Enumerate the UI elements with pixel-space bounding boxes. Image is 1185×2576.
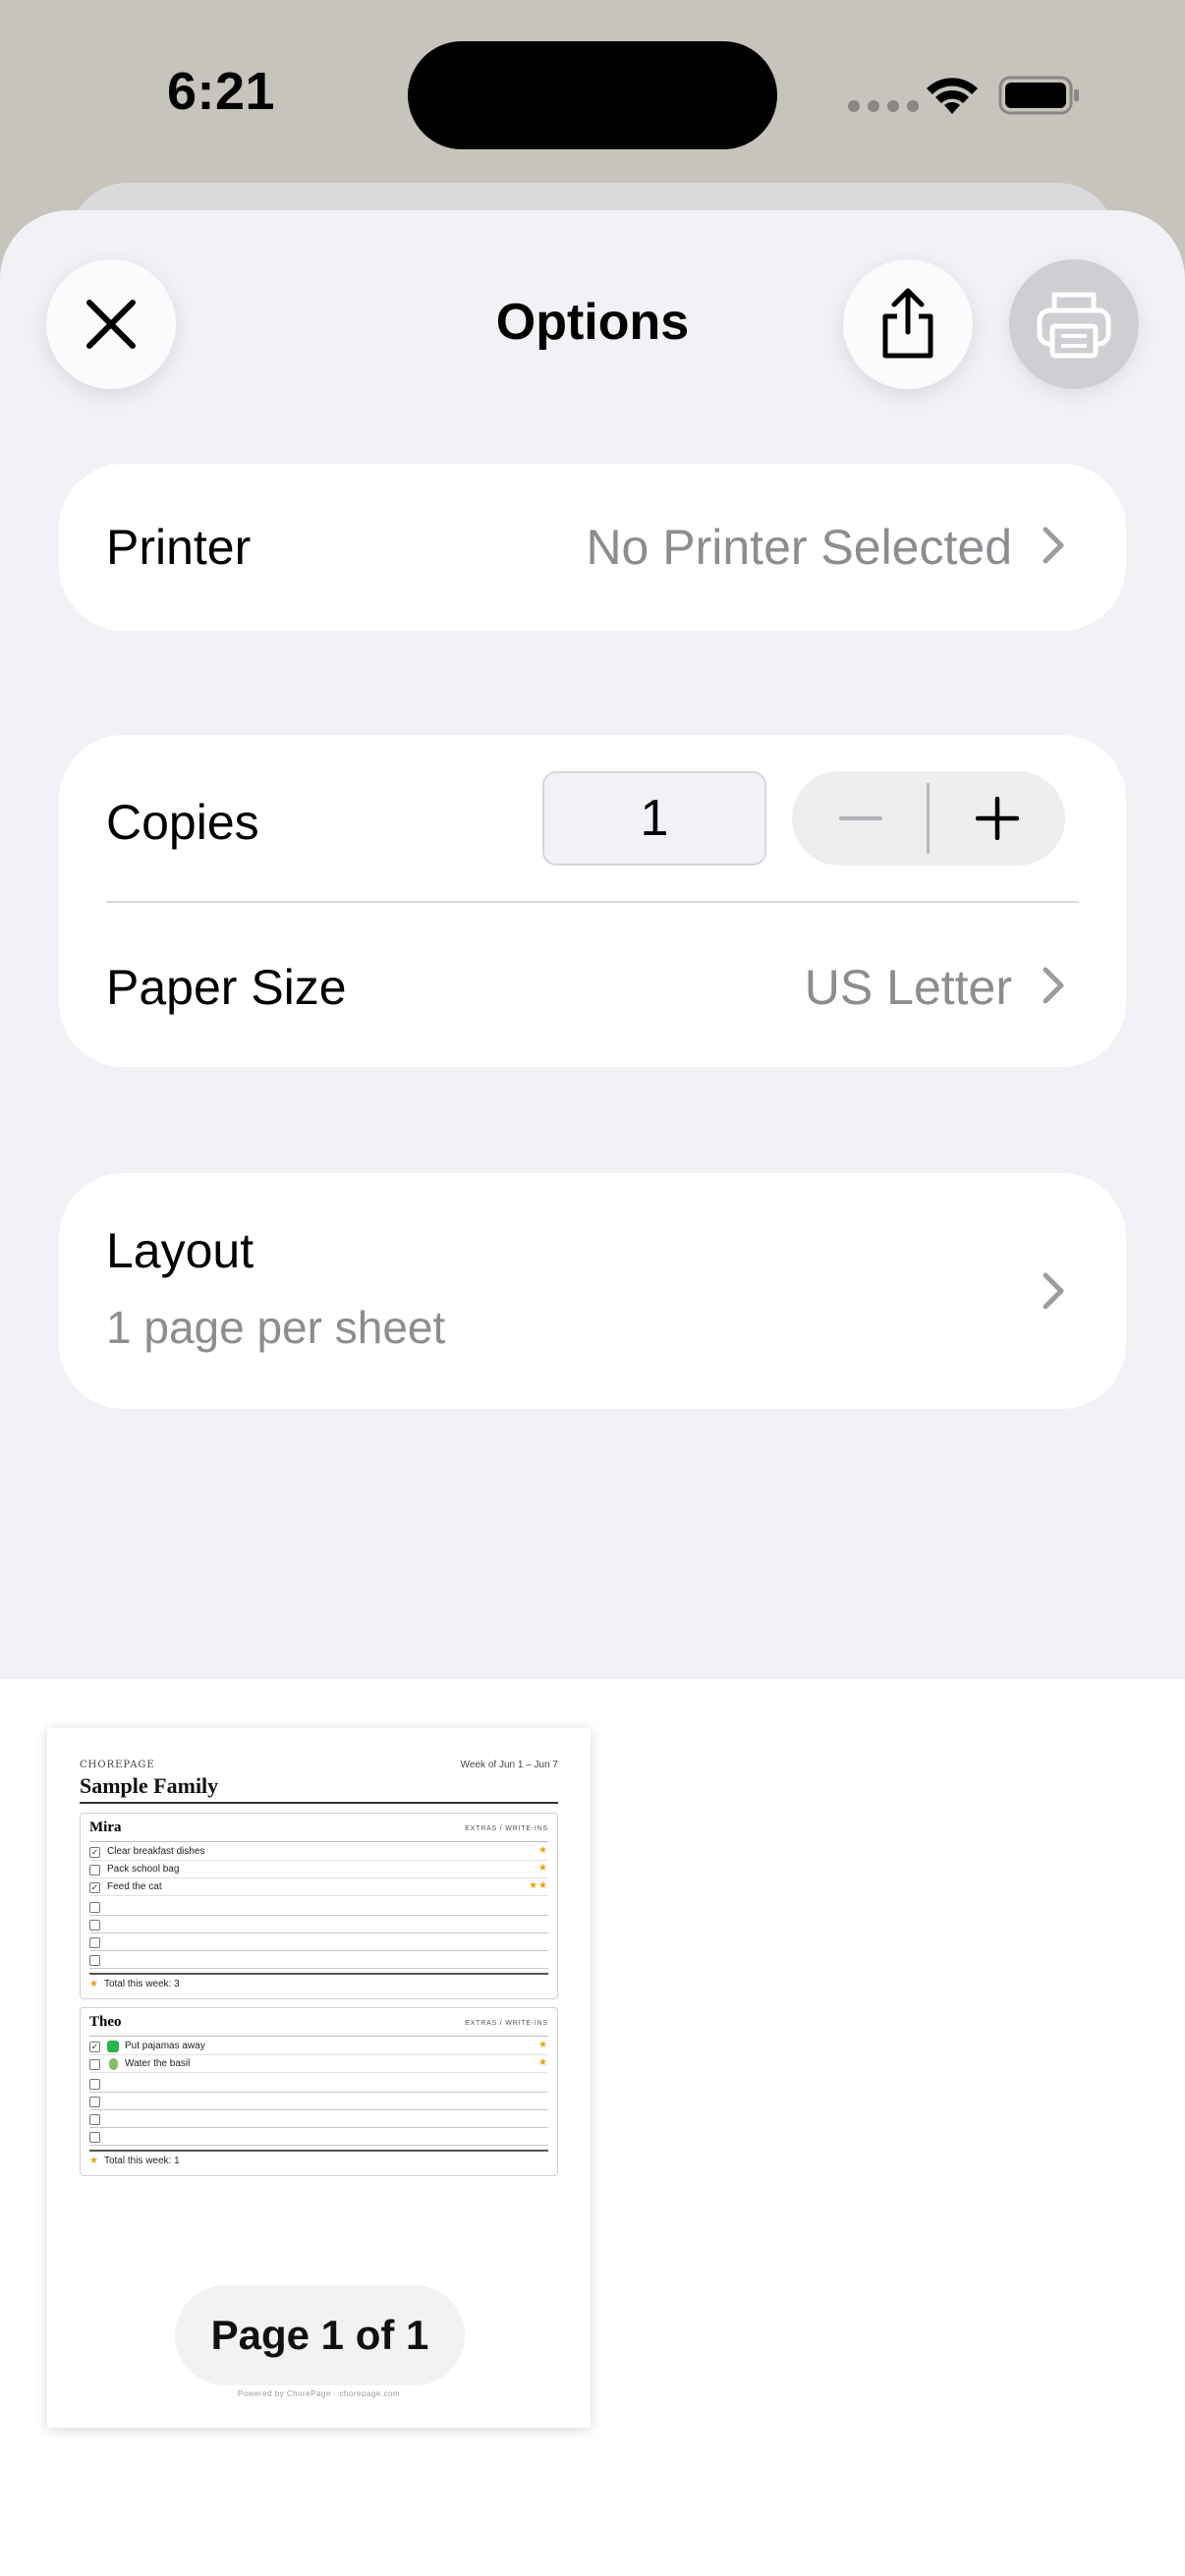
write-in-line <box>89 1933 548 1951</box>
battery-icon <box>998 76 1079 115</box>
share-button[interactable] <box>843 259 973 389</box>
cellular-signal-icon <box>848 100 919 112</box>
decrement-button[interactable] <box>792 771 929 866</box>
print-preview-area: CHOREPAGE Week of Jun 1 – Jun 7 Sample F… <box>0 1679 1185 2576</box>
chevron-right-icon <box>1043 967 1064 1004</box>
kid-name: Theo <box>89 2014 122 2030</box>
write-in-checkbox <box>89 1902 100 1913</box>
chore-stars: ★ <box>538 2040 548 2050</box>
chore-label: Put pajamas away <box>125 2041 205 2051</box>
write-in-line <box>89 2110 548 2128</box>
status-time: 6:21 <box>167 62 276 121</box>
page-indicator: Page 1 of 1 <box>175 2285 465 2385</box>
print-button[interactable] <box>1009 259 1139 389</box>
sheet-title: Options <box>495 294 690 351</box>
chore-row: ✓ Feed the cat ★★ <box>89 1878 548 1896</box>
paper-size-value: US Letter <box>804 960 1012 1015</box>
paper-size-row[interactable]: Paper Size US Letter <box>59 903 1126 1067</box>
weekly-total: ★ Total this week: 1 <box>89 2156 180 2166</box>
write-in-line <box>89 1951 548 1969</box>
kid-section-mira: Mira EXTRAS / WRITE-INS ✓ Clear breakfas… <box>80 1813 558 1999</box>
weekly-total: ★ Total this week: 3 <box>89 1979 180 1989</box>
chore-label: Pack school bag <box>107 1864 180 1875</box>
chore-row: ✓ Clear breakfast dishes ★ <box>89 1843 548 1861</box>
copies-label: Copies <box>106 795 259 850</box>
dynamic-island <box>408 41 777 149</box>
preview-week: Week of Jun 1 – Jun 7 <box>460 1760 558 1770</box>
write-in-line <box>89 2093 548 2110</box>
preview-footer: Powered by ChorePage · chorepage.com <box>237 2389 401 2398</box>
plus-icon <box>975 797 1019 840</box>
layout-label: Layout <box>106 1223 254 1278</box>
copies-stepper <box>792 771 1065 866</box>
write-in-line <box>89 1898 548 1916</box>
chore-checkbox <box>89 1865 100 1876</box>
extras-label: EXTRAS / WRITE-INS <box>465 2020 548 2027</box>
kid-name: Mira <box>89 1820 122 1835</box>
kid-rule <box>89 1841 548 1842</box>
write-in-checkbox <box>89 1937 100 1948</box>
chore-row: Pack school bag ★ <box>89 1861 548 1878</box>
write-in-line <box>89 1916 548 1933</box>
paper-size-label: Paper Size <box>106 960 347 1015</box>
chevron-right-icon <box>1043 1272 1064 1310</box>
chore-checkbox: ✓ <box>89 1847 100 1858</box>
printer-row[interactable]: Printer No Printer Selected <box>59 464 1126 631</box>
share-icon <box>882 288 933 359</box>
chore-label: Feed the cat <box>107 1881 162 1892</box>
weekly-total-text: Total this week: 1 <box>103 2156 180 2166</box>
write-in-checkbox <box>89 1955 100 1966</box>
chore-checkbox <box>89 2059 100 2070</box>
chore-row: ✓ Put pajamas away ★ <box>89 2038 548 2055</box>
write-in-checkbox <box>89 2132 100 2143</box>
chore-checkbox: ✓ <box>89 1882 100 1893</box>
write-in-checkbox <box>89 2114 100 2125</box>
chore-stars: ★ <box>538 1845 548 1856</box>
star-icon: ★ <box>89 2156 98 2166</box>
increment-button[interactable] <box>929 771 1065 866</box>
chore-stars: ★ <box>538 2057 548 2068</box>
preview-family-name: Sample Family <box>80 1773 219 1798</box>
copies-field[interactable]: 1 <box>542 771 766 866</box>
chore-label: Water the basil <box>125 2058 191 2069</box>
printer-icon <box>1037 292 1111 359</box>
wifi-icon <box>927 78 978 114</box>
chore-stars: ★★ <box>529 1880 548 1891</box>
layout-value: 1 page per sheet <box>106 1302 446 1353</box>
write-in-checkbox <box>89 2079 100 2090</box>
printer-label: Printer <box>106 520 252 575</box>
total-rule <box>89 2150 548 2152</box>
check-badge-icon <box>107 2041 119 2052</box>
chevron-right-icon <box>1043 527 1064 564</box>
kid-rule <box>89 2036 548 2037</box>
layout-row[interactable]: Layout 1 page per sheet <box>59 1173 1126 1409</box>
weekly-total-text: Total this week: 3 <box>103 1979 180 1989</box>
plant-icon <box>109 2058 118 2070</box>
minus-icon <box>838 816 882 820</box>
copies-paper-card: Copies 1 Paper Size US Letter <box>59 735 1126 1067</box>
kid-section-theo: Theo EXTRAS / WRITE-INS ✓ Put pajamas aw… <box>80 2007 558 2176</box>
chore-stars: ★ <box>538 1863 548 1874</box>
chore-row: Water the basil ★ <box>89 2055 548 2073</box>
write-in-checkbox <box>89 2097 100 2107</box>
total-rule <box>89 1973 548 1975</box>
write-in-line <box>89 2075 548 2093</box>
printer-value: No Printer Selected <box>586 520 1012 575</box>
write-in-line <box>89 2128 548 2146</box>
title-rule <box>80 1802 558 1804</box>
preview-brand: CHOREPAGE <box>80 1760 155 1770</box>
extras-label: EXTRAS / WRITE-INS <box>465 1825 548 1832</box>
write-in-checkbox <box>89 1920 100 1931</box>
star-icon: ★ <box>89 1979 98 1989</box>
chore-checkbox: ✓ <box>89 2042 100 2052</box>
chore-label: Clear breakfast dishes <box>107 1846 205 1857</box>
